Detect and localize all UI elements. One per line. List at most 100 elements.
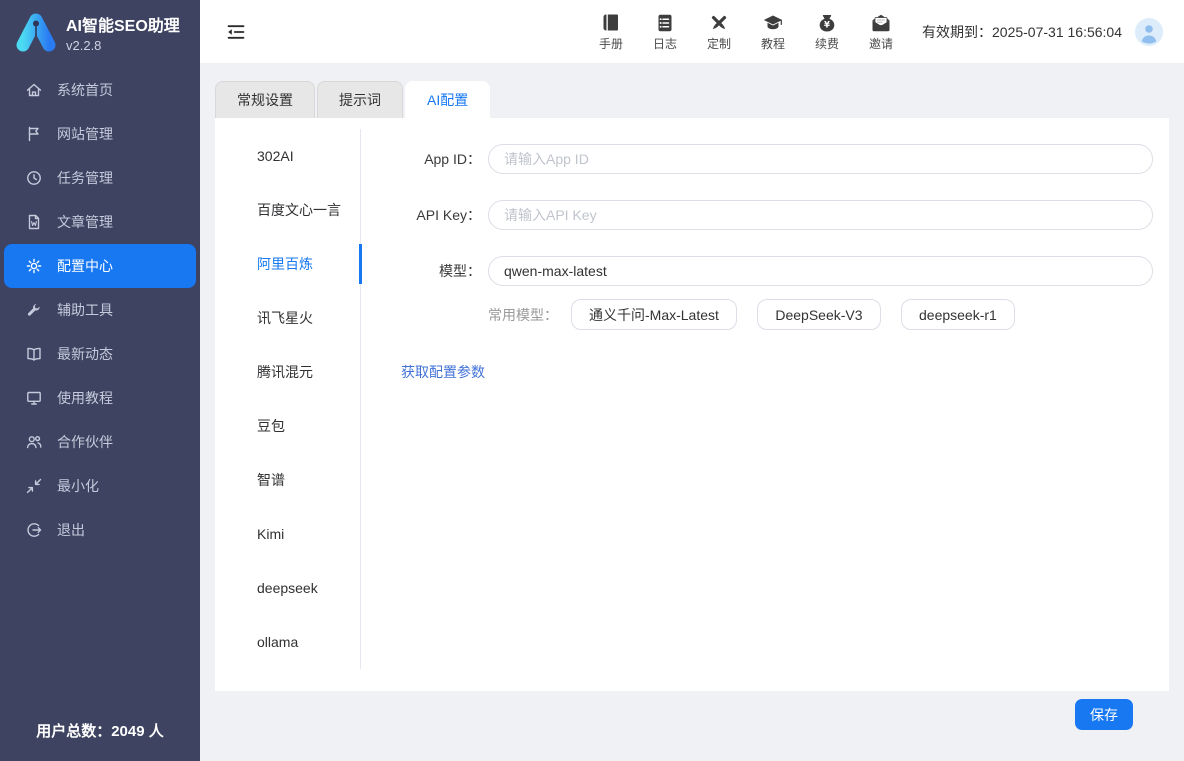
sidebar-item[interactable]: 合作伙伴 [0,420,200,464]
provider-item[interactable]: 302AI [215,129,360,183]
sidebar-item[interactable]: 退出 [0,508,200,552]
renew-moneybag-icon: ¥ [816,12,838,34]
app-id-input[interactable] [488,144,1153,174]
app-id-label: App ID： [401,149,481,169]
sidebar-item-label: 合作伙伴 [57,432,113,452]
header-action-label: 续费 [815,35,839,52]
provider-item[interactable]: 讯飞星火 [215,291,360,345]
header-action[interactable]: ¥ 续费 [810,12,844,52]
partners-icon [25,433,43,451]
header-action[interactable]: 教程 [756,12,790,52]
header-action[interactable]: 手册 [594,12,628,52]
common-models-row: 常用模型： 通义千问-Max-Latest DeepSeek-V3 deepse… [401,299,1153,330]
sidebar-item[interactable]: 文章管理 [0,200,200,244]
manual-book-icon [600,12,622,34]
form-row-app-id: App ID： [401,144,1153,174]
home-icon [25,81,43,99]
sidebar-item[interactable]: 最小化 [0,464,200,508]
tab[interactable]: 常规设置 [215,81,315,118]
provider-item[interactable]: 腾讯混元 [215,345,360,399]
provider-item[interactable]: deepseek [215,561,360,615]
provider-item[interactable]: 智谱 [215,453,360,507]
user-avatar-icon[interactable] [1135,18,1163,46]
provider-item[interactable]: 百度文心一言 [215,183,360,237]
monitor-icon [25,389,43,407]
task-clock-icon [25,169,43,187]
log-list-icon [654,12,676,34]
app-window: AI智能SEO助理 v2.2.8 系统首页 网站管理 任务管理 [0,0,1184,761]
logo-a-icon [13,11,59,53]
gear-icon [25,257,43,275]
provider-item[interactable]: 豆包 [215,399,360,453]
sidebar-item-label: 退出 [57,520,85,540]
site-flag-icon [25,125,43,143]
tab[interactable]: AI配置 [405,81,490,118]
header-action-label: 定制 [707,35,731,52]
common-model-button[interactable]: deepseek-r1 [901,299,1015,330]
sidebar-item-label: 使用教程 [57,388,113,408]
sidebar-item[interactable]: 系统首页 [0,68,200,112]
provider-config-form: App ID： API Key： 模型： 常用模型： [361,118,1169,691]
sidebar: AI智能SEO助理 v2.2.8 系统首页 网站管理 任务管理 [0,0,200,761]
sidebar-item[interactable]: 使用教程 [0,376,200,420]
fold-menu-icon[interactable] [225,21,247,43]
form-row-model: 模型： [401,256,1153,286]
common-model-button[interactable]: DeepSeek-V3 [757,299,880,330]
minimize-icon [25,477,43,495]
header-action-label: 邀请 [869,35,893,52]
sidebar-item-label: 最小化 [57,476,99,496]
logout-icon [25,521,43,539]
sidebar-item-label: 任务管理 [57,168,113,188]
model-input[interactable] [488,256,1153,286]
header-action[interactable]: 定制 [702,12,736,52]
sidebar-item[interactable]: 辅助工具 [0,288,200,332]
save-row: 保存 [215,691,1169,730]
sidebar-nav: 系统首页 网站管理 任务管理 文章管理 [0,62,200,720]
provider-menu: 302AI 百度文心一言 阿里百炼 讯飞星火 腾讯混元 豆包 智谱 [215,118,361,691]
sidebar-item-label: 配置中心 [57,256,113,276]
header-action-label: 教程 [761,35,785,52]
sidebar-item[interactable]: 网站管理 [0,112,200,156]
news-book-icon [25,345,43,363]
provider-item[interactable]: Kimi [215,507,360,561]
tab[interactable]: 提示词 [317,81,403,118]
sidebar-item[interactable]: 最新动态 [0,332,200,376]
header-action-label: 手册 [599,35,623,52]
ai-config-panel: 302AI 百度文心一言 阿里百炼 讯飞星火 腾讯混元 豆包 智谱 [215,118,1169,691]
article-doc-icon [25,213,43,231]
sidebar-item-label: 文章管理 [57,212,113,232]
wrench-icon [25,301,43,319]
sidebar-item[interactable]: 任务管理 [0,156,200,200]
content-area: 常规设置 提示词 AI配置 302AI 百度文心一言 阿里百炼 [200,63,1184,761]
app-version: v2.2.8 [66,38,180,53]
app-title: AI智能SEO助理 [66,12,180,36]
user-total-count: 用户总数：2049 人 [0,720,200,761]
main-area: 手册 日志 定制 教程 [200,0,1184,761]
app-logo: AI智能SEO助理 v2.2.8 [0,0,200,62]
course-cap-icon [762,12,784,34]
api-key-input[interactable] [488,200,1153,230]
sidebar-item-label: 网站管理 [57,124,113,144]
provider-item[interactable]: 阿里百炼 [215,237,360,291]
sidebar-item[interactable]: 配置中心 [4,244,196,288]
sidebar-item-label: 最新动态 [57,344,113,364]
invite-mail-icon [870,12,892,34]
top-header: 手册 日志 定制 教程 [200,0,1184,63]
save-button[interactable]: 保存 [1075,699,1133,730]
common-models-label: 常用模型： [488,305,558,325]
header-actions: 手册 日志 定制 教程 [594,12,898,52]
header-action[interactable]: 日志 [648,12,682,52]
form-row-api-key: API Key： [401,200,1153,230]
header-action[interactable]: 邀请 [864,12,898,52]
customize-pencil-icon [708,12,730,34]
model-label: 模型： [401,261,481,281]
header-action-label: 日志 [653,35,677,52]
sidebar-item-label: 系统首页 [57,80,113,100]
settings-tabs: 常规设置 提示词 AI配置 [215,81,1169,118]
api-key-label: API Key： [401,205,481,225]
common-model-button[interactable]: 通义千问-Max-Latest [571,299,737,330]
svg-text:¥: ¥ [824,20,830,30]
get-config-params-link[interactable]: 获取配置参数 [401,362,485,382]
sidebar-item-label: 辅助工具 [57,300,113,320]
provider-item[interactable]: ollama [215,615,360,669]
